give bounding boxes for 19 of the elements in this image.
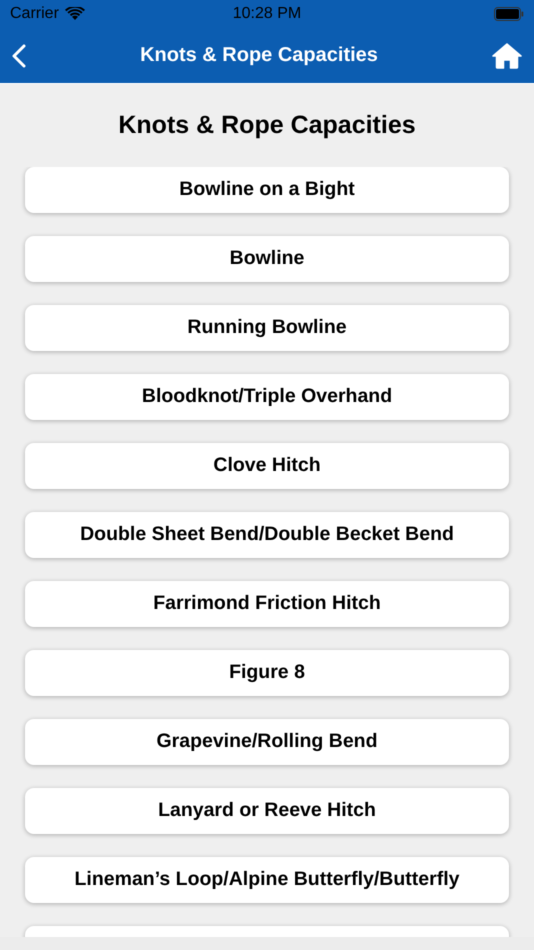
nav-title: Knots & Rope Capacities (140, 44, 378, 67)
knot-button[interactable]: Bowline (25, 236, 509, 282)
home-icon (492, 42, 522, 68)
wifi-icon (64, 7, 85, 21)
knot-button[interactable]: Figure 8 (25, 650, 509, 696)
knot-button[interactable]: Double Sheet Bend/Double Becket Bend (25, 512, 509, 558)
battery-icon (494, 7, 524, 21)
knot-button[interactable]: Running Bowline (25, 304, 509, 351)
carrier-label: Carrier (10, 5, 59, 23)
knot-button[interactable]: Bloodknot/Triple Overhand (25, 374, 509, 420)
knot-button[interactable]: Clove Hitch (25, 442, 509, 489)
chevron-left-icon (12, 44, 26, 68)
knot-button[interactable]: Lanyard or Reeve Hitch (25, 788, 509, 834)
knot-button[interactable]: Lineman’s Loop/Alpine Butterfly/Butterfly (25, 856, 509, 903)
knot-button[interactable]: Farrimond Friction Hitch (25, 580, 509, 627)
knot-button[interactable]: Grapevine/Rolling Bend (25, 718, 509, 765)
page-heading: Knots & Rope Capacities (117, 110, 417, 141)
knot-button[interactable]: Bowline on a Bight (25, 166, 509, 213)
status-time: 10:28 PM (232, 5, 302, 23)
